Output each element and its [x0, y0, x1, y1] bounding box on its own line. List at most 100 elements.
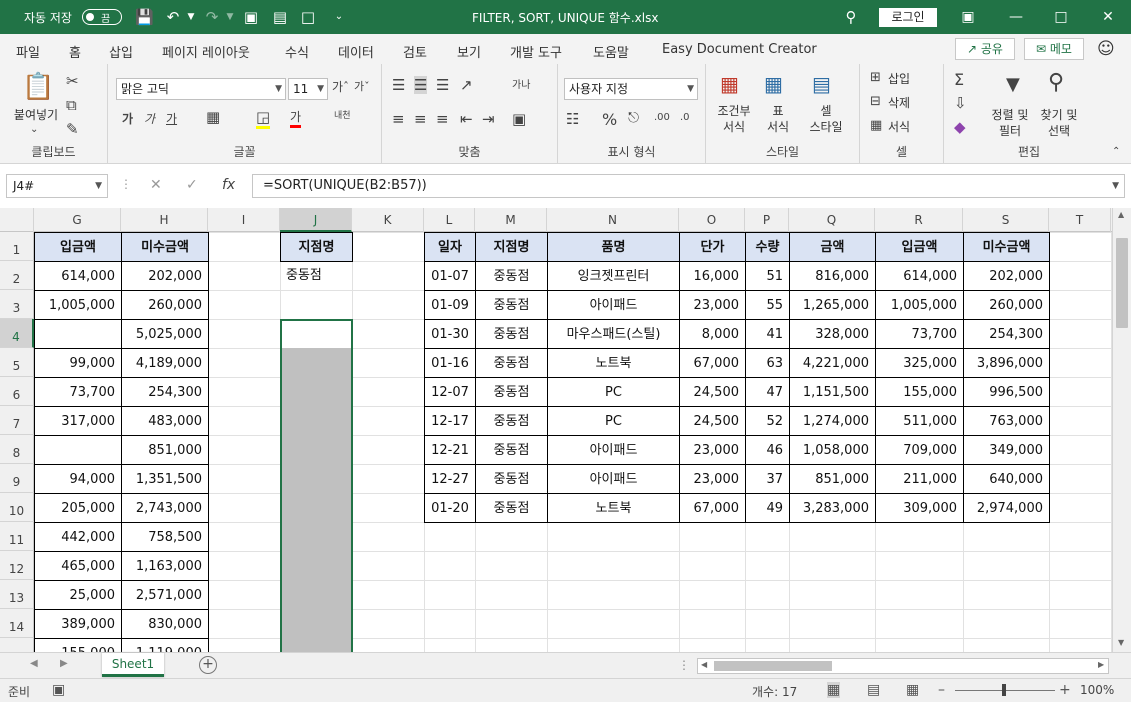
align-left-icon[interactable]: ≡ [392, 110, 405, 128]
increase-decimal-icon[interactable]: .00 [654, 112, 670, 123]
table-cell[interactable]: 202,000 [121, 261, 209, 291]
horizontal-scroll-thumb[interactable] [714, 661, 832, 671]
table-cell[interactable]: 23,000 [679, 464, 746, 494]
next-sheet-icon[interactable]: ▶ [60, 658, 68, 669]
table-cell[interactable]: 55 [745, 290, 790, 320]
percent-style-icon[interactable]: % [602, 110, 617, 129]
table-cell[interactable]: 중동점 [475, 406, 548, 436]
row-header[interactable]: 13 [0, 580, 34, 609]
sort-filter-line1[interactable]: 정렬 및 [988, 108, 1032, 122]
undo-icon[interactable]: ↶ [164, 8, 182, 26]
row-header[interactable]: 3 [0, 290, 34, 319]
find-select-icon[interactable]: ⚲ [1048, 70, 1064, 95]
table-cell[interactable]: 4,189,000 [121, 348, 209, 378]
table-cell[interactable]: 12-27 [424, 464, 476, 494]
conditional-formatting-icon[interactable]: ▦ [720, 72, 739, 96]
table-cell[interactable]: 중동점 [475, 261, 548, 291]
column-header-m[interactable]: M [475, 208, 547, 232]
table-cell[interactable]: 205,000 [34, 493, 122, 523]
table-header-cell[interactable]: 미수금액 [963, 232, 1050, 262]
table-cell[interactable]: 254,300 [121, 377, 209, 407]
wrap-text-icon[interactable]: 가나 [512, 76, 530, 91]
column-header-r[interactable]: R [875, 208, 963, 232]
table-cell[interactable]: PC [547, 406, 680, 436]
scroll-up-icon[interactable]: ▲ [1118, 210, 1124, 219]
table-cell[interactable]: 중동점 [475, 464, 548, 494]
table-cell[interactable]: PC [547, 377, 680, 407]
table-header-cell[interactable]: 미수금액 [121, 232, 209, 262]
column-header-t[interactable]: T [1049, 208, 1111, 232]
paste-icon[interactable]: 📋 [22, 72, 54, 102]
font-color-icon[interactable]: 가 [290, 108, 302, 128]
clear-icon[interactable]: ◆ [954, 118, 966, 136]
cell-styles-line2[interactable]: 스타일 [802, 120, 850, 134]
table-cell[interactable]: 중동점 [475, 377, 548, 407]
table-cell[interactable]: 328,000 [789, 319, 876, 349]
table-cell[interactable]: 763,000 [963, 406, 1050, 436]
table-cell[interactable]: 155,000 [34, 638, 122, 652]
format-as-table-line1[interactable]: 표 [758, 104, 798, 118]
conditional-formatting-line2[interactable]: 서식 [712, 120, 756, 134]
vertical-scroll-thumb[interactable] [1116, 238, 1128, 328]
delete-cells-button[interactable]: 삭제 [888, 96, 910, 110]
table-header-cell[interactable]: 일자 [424, 232, 476, 262]
conditional-formatting-line1[interactable]: 조건부 [712, 104, 756, 118]
row-header[interactable]: 1 [0, 232, 34, 261]
table-cell[interactable] [34, 435, 122, 465]
table-cell[interactable]: 16,000 [679, 261, 746, 291]
table-cell[interactable]: 94,000 [34, 464, 122, 494]
table-cell[interactable]: 23,000 [679, 290, 746, 320]
table-header-cell[interactable]: 입금액 [875, 232, 964, 262]
table-cell[interactable]: 01-09 [424, 290, 476, 320]
column-header-l[interactable]: L [424, 208, 475, 232]
table-cell[interactable]: 41 [745, 319, 790, 349]
format-painter-icon[interactable]: ✎ [66, 120, 79, 138]
column-header-s[interactable]: S [963, 208, 1049, 232]
camera-icon[interactable]: ▣ [242, 8, 260, 26]
table-cell[interactable]: 349,000 [963, 435, 1050, 465]
column-header-q[interactable]: Q [789, 208, 875, 232]
font-name-combo[interactable]: 맑은 고딕 ▼ [116, 78, 286, 100]
close-button[interactable]: ✕ [1098, 7, 1118, 27]
phonetic-icon[interactable]: 내천 [334, 108, 351, 121]
scroll-down-icon[interactable]: ▼ [1118, 638, 1124, 647]
prev-sheet-icon[interactable]: ◀ [30, 658, 38, 669]
table-cell[interactable]: 노트북 [547, 493, 680, 523]
page-break-view-icon[interactable]: ▦ [906, 682, 919, 698]
table-cell[interactable]: 309,000 [875, 493, 964, 523]
tab-easy-document-creator[interactable]: Easy Document Creator [662, 42, 817, 57]
bold-button[interactable]: 가 [122, 110, 133, 127]
j-header-cell[interactable]: 지점명 [280, 232, 353, 262]
table-cell[interactable]: 63 [745, 348, 790, 378]
table-cell[interactable]: 23,000 [679, 435, 746, 465]
align-center-icon[interactable]: ≡ [414, 110, 427, 128]
table-cell[interactable]: 67,000 [679, 348, 746, 378]
table-cell[interactable]: 5,025,000 [121, 319, 209, 349]
column-header-i[interactable]: I [208, 208, 280, 232]
row-header[interactable]: 9 [0, 464, 34, 493]
merge-center-icon[interactable]: ▣ [512, 110, 526, 128]
table-cell[interactable]: 1,274,000 [789, 406, 876, 436]
name-box[interactable]: J4# ▼ [6, 174, 108, 198]
feedback-smiley-icon[interactable]: ☺ [1097, 39, 1115, 59]
table-cell[interactable]: 2,571,000 [121, 580, 209, 610]
table-cell[interactable]: 67,000 [679, 493, 746, 523]
orientation-icon[interactable]: ↗ [460, 76, 473, 94]
row-header[interactable]: 11 [0, 522, 34, 551]
login-button[interactable]: 로그인 [879, 8, 937, 27]
tab-formulas[interactable]: 수식 [285, 42, 309, 61]
macro-record-icon[interactable]: ▣ [52, 682, 65, 698]
table-cell[interactable]: 아이패드 [547, 435, 680, 465]
table-cell[interactable]: 155,000 [875, 377, 964, 407]
table-cell[interactable]: 2,974,000 [963, 493, 1050, 523]
table-cell[interactable]: 830,000 [121, 609, 209, 639]
column-header-p[interactable]: P [745, 208, 789, 232]
new-file-icon[interactable]: □ [299, 8, 317, 26]
table-cell[interactable]: 465,000 [34, 551, 122, 581]
save-icon[interactable]: 💾 [135, 8, 154, 26]
row-header[interactable]: 10 [0, 493, 34, 522]
table-cell[interactable]: 12-07 [424, 377, 476, 407]
table-cell[interactable]: 24,500 [679, 377, 746, 407]
paste-dropdown-icon[interactable]: ⌄ [30, 124, 38, 135]
table-header-cell[interactable]: 품명 [547, 232, 680, 262]
